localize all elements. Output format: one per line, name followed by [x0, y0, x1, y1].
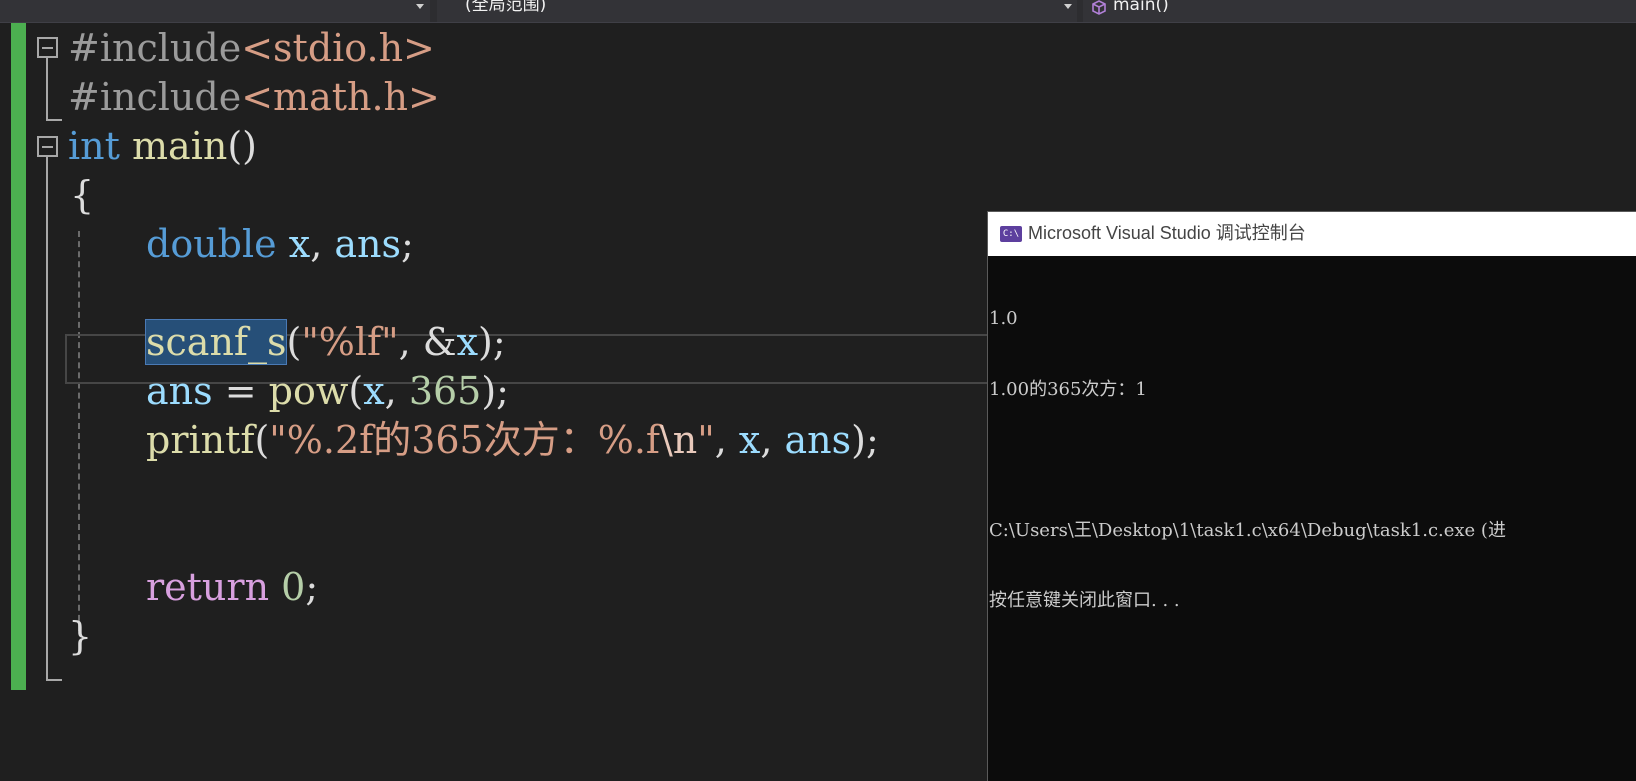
address-operator: &	[422, 320, 457, 364]
variable: x	[456, 320, 479, 364]
control-keyword: return	[146, 565, 270, 609]
punct: ,	[714, 418, 739, 462]
console-output[interactable]: 1.0 1.00的365次方：1 C:\Users\王\Desktop\1\ta…	[989, 260, 1636, 660]
code-line-2[interactable]: #include<math.h>	[68, 72, 440, 122]
collapse-include-icon[interactable]	[37, 37, 58, 58]
variable: x	[288, 222, 311, 266]
console-title-bar[interactable]: C:\ Microsoft Visual Studio 调试控制台	[988, 212, 1636, 256]
console-app-icon: C:\	[1000, 226, 1022, 242]
punct: );	[851, 418, 879, 462]
code-line-4[interactable]: {	[70, 170, 94, 220]
variable: ans	[784, 418, 852, 462]
fold-line	[46, 157, 48, 681]
console-title: Microsoft Visual Studio 调试控制台	[1028, 223, 1306, 243]
console-output-line: 1.00的365次方：1	[989, 378, 1147, 400]
code-line-3[interactable]: int main()	[68, 121, 257, 171]
parens: ()	[227, 124, 257, 168]
scope-combo[interactable]: (全局范围)	[437, 0, 1077, 22]
semicolon: ;	[305, 565, 319, 609]
punct: );	[481, 369, 509, 413]
punct: ,	[760, 418, 785, 462]
code-line-8[interactable]: ans = pow(x, 365);	[146, 366, 509, 416]
change-tracking-bar	[11, 23, 26, 690]
chevron-down-icon[interactable]	[1064, 4, 1072, 9]
navigation-bar: (全局范围) main()	[0, 0, 1636, 23]
debug-console-window[interactable]: C:\ Microsoft Visual Studio 调试控制台 1.0 1.…	[987, 211, 1636, 781]
number-literal: 365	[408, 369, 482, 413]
code-line-5[interactable]: double x, ans;	[146, 219, 414, 269]
format-string-end: "	[697, 418, 715, 462]
collapse-main-icon[interactable]	[37, 136, 58, 157]
console-output-line: 1.0	[989, 308, 1018, 329]
code-line-1[interactable]: #include<stdio.h>	[68, 23, 435, 73]
function-name: main	[132, 124, 228, 168]
header-name: <math.h>	[241, 75, 440, 119]
punct: ,	[398, 320, 423, 364]
variable: ans	[146, 369, 213, 413]
fold-line	[46, 58, 48, 121]
chevron-down-icon[interactable]	[416, 4, 424, 9]
type-keyword: int	[68, 124, 120, 168]
variable: ans	[334, 222, 401, 266]
fold-end	[46, 679, 62, 681]
assign-operator: =	[212, 369, 269, 413]
punct: (	[286, 320, 302, 364]
semicolon: ;	[401, 222, 414, 266]
punct: ,	[310, 222, 335, 266]
console-output-line: 按任意键关闭此窗口. . .	[989, 590, 1180, 611]
format-string: "%.2f的365次方：%.f	[269, 418, 660, 462]
fold-end	[46, 119, 62, 121]
punct: (	[254, 418, 270, 462]
close-brace: }	[68, 614, 93, 658]
project-combo[interactable]	[0, 0, 430, 22]
code-line-7[interactable]: scanf_s("%lf", &x);	[144, 317, 506, 367]
function-name: pow	[268, 369, 349, 413]
visual-studio-window: (全局范围) main() #include<stdio.h> #include…	[0, 0, 1636, 781]
format-string: "%lf"	[301, 320, 399, 364]
code-line-13[interactable]: }	[68, 611, 92, 661]
type-keyword: double	[146, 222, 277, 266]
function-name: printf	[146, 418, 255, 462]
open-brace: {	[70, 173, 95, 217]
number-literal: 0	[281, 565, 306, 609]
escape-sequence: \n	[659, 418, 698, 462]
member-combo-label: main()	[1113, 0, 1169, 15]
indent-guide	[78, 231, 80, 631]
punct: (	[348, 369, 364, 413]
selected-function-name[interactable]: scanf_s	[144, 319, 288, 365]
variable: x	[363, 369, 385, 413]
punct: ,	[384, 369, 409, 413]
member-combo[interactable]: main()	[1083, 0, 1636, 22]
method-cube-icon	[1092, 0, 1106, 15]
console-output-line: C:\Users\王\Desktop\1\task1.c\x64\Debug\t…	[989, 519, 1506, 541]
header-name: <stdio.h>	[241, 26, 435, 70]
code-line-12[interactable]: return 0;	[146, 562, 318, 612]
punct: );	[478, 320, 506, 364]
variable: x	[738, 418, 761, 462]
code-line-9[interactable]: printf("%.2f的365次方：%.f\n", x, ans);	[146, 415, 879, 465]
preprocessor-directive: #include	[68, 75, 242, 119]
scope-combo-label: (全局范围)	[465, 0, 547, 15]
preprocessor-directive: #include	[68, 26, 242, 70]
